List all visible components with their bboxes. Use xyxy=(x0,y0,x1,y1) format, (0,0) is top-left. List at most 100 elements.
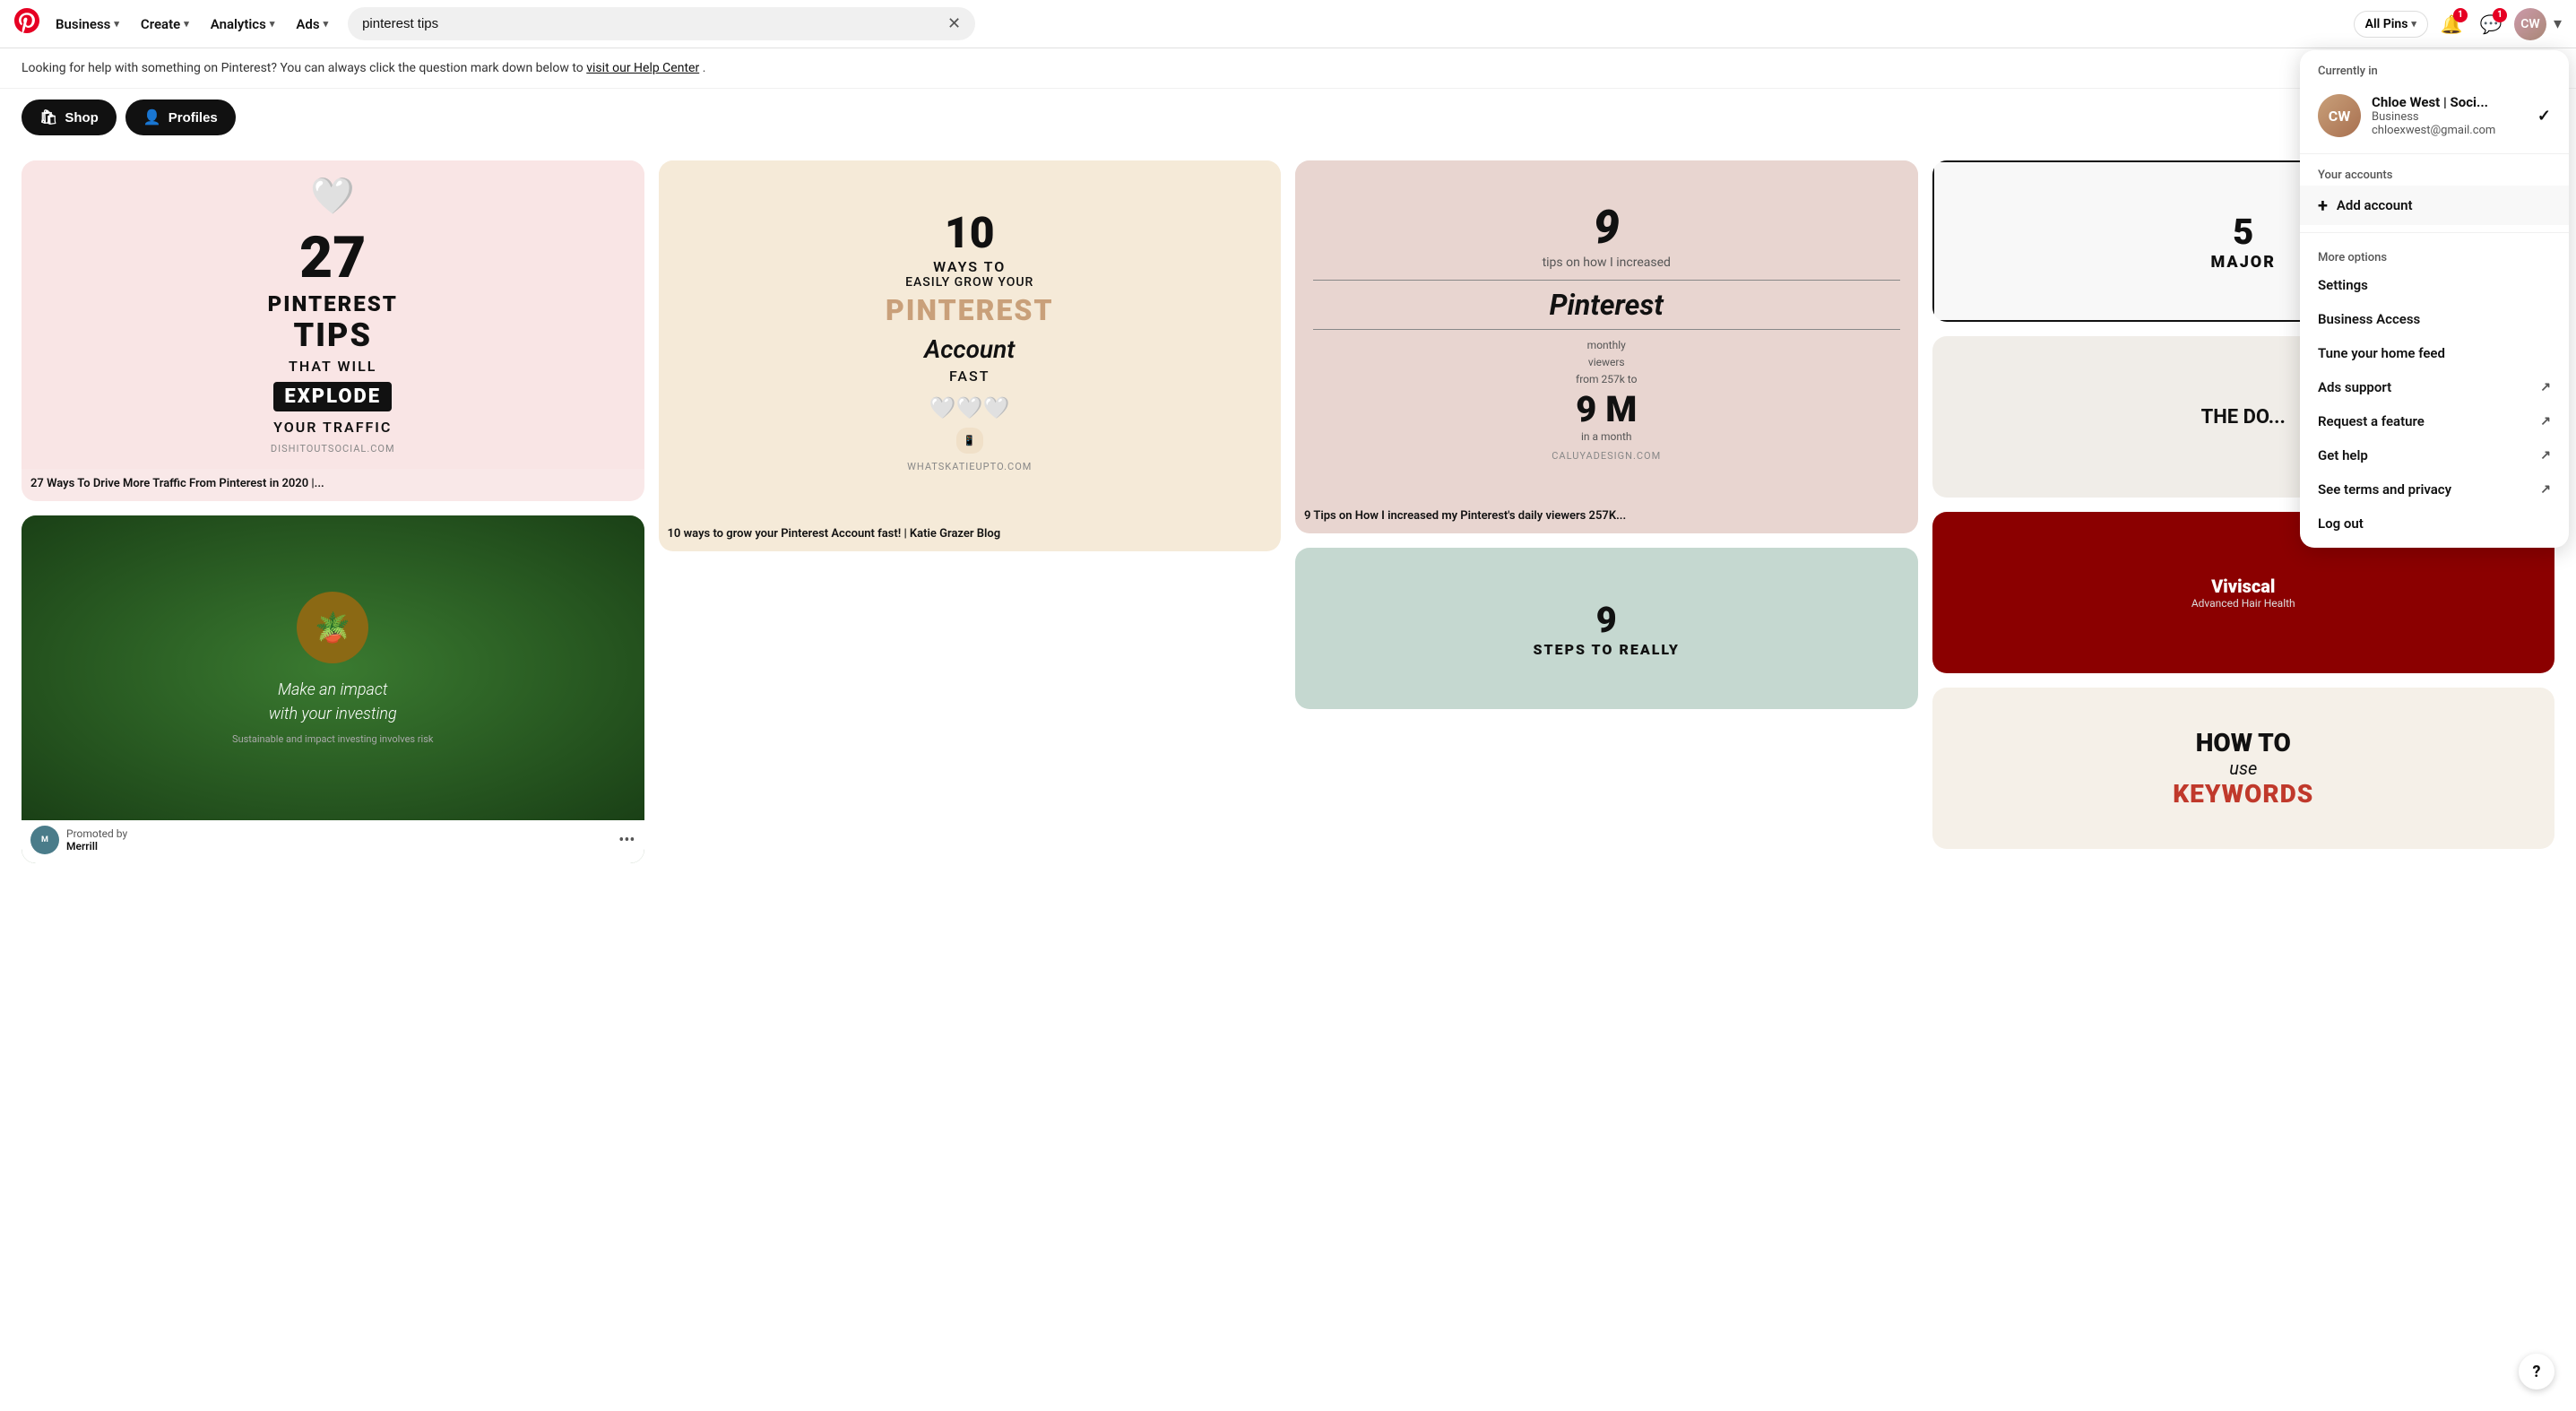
pin-pinterest: PINTEREST xyxy=(886,293,1054,327)
external-link-icon: ↗ xyxy=(2540,448,2551,463)
shop-icon: 🛍 xyxy=(39,108,57,126)
pin-caption: 27 Ways To Drive More Traffic From Pinte… xyxy=(22,469,644,501)
pin-caption: 9 Tips on How I increased my Pinterest's… xyxy=(1295,501,1918,533)
add-account-button[interactable]: + Add account xyxy=(2300,186,2569,225)
shop-filter-button[interactable]: 🛍 Shop xyxy=(22,100,117,135)
pin-title: PINTEREST xyxy=(268,291,398,316)
pin-advanced: Advanced Hair Health xyxy=(2191,597,2295,610)
pin-card[interactable]: 10 WAYS TO EASILY GROW YOUR PINTEREST Ac… xyxy=(659,160,1282,551)
promoted-info: M Promoted by Merrill xyxy=(30,826,127,854)
terms-privacy-menu-item[interactable]: See terms and privacy ↗ xyxy=(2300,472,2569,506)
account-info: Chloe West | Soci... Business chloexwest… xyxy=(2372,94,2527,137)
heart-icon: 🤍 xyxy=(310,175,355,217)
current-account-avatar: CW xyxy=(2318,94,2361,137)
more-options-label: More options xyxy=(2300,240,2569,268)
nav-ads-label: Ads xyxy=(296,16,319,32)
tune-feed-label: Tune your home feed xyxy=(2318,345,2445,361)
pin-do: THE DO... xyxy=(2201,406,2286,428)
pin-card[interactable]: 9 STEPS TO REALLY xyxy=(1295,548,1918,709)
divider xyxy=(1313,280,1900,281)
help-text-end: . xyxy=(703,61,706,75)
all-pins-filter[interactable]: All Pins ▾ xyxy=(2354,11,2428,38)
settings-label: Settings xyxy=(2318,277,2368,293)
ads-support-menu-item[interactable]: Ads support ↗ xyxy=(2300,370,2569,404)
tune-feed-menu-item[interactable]: Tune your home feed xyxy=(2300,336,2569,370)
pin-keywords: KEYWORDS xyxy=(2173,779,2313,809)
nav-ads-chevron: ▾ xyxy=(324,18,329,30)
nav-ads[interactable]: Ads ▾ xyxy=(287,11,337,38)
pin-card[interactable]: 🪴 Make an impactwith your investing Sust… xyxy=(22,515,644,863)
pin-use: use xyxy=(2229,757,2257,779)
pin-card[interactable]: 🤍 27 PINTEREST TIPS THAT WILL EXPLODE YO… xyxy=(22,160,644,501)
request-feature-menu-item[interactable]: Request a feature ↗ xyxy=(2300,404,2569,438)
pin-card[interactable]: 9 tips on how I increased Pinterest mont… xyxy=(1295,160,1918,533)
pin-fast: FAST xyxy=(949,368,990,385)
pin-caption: 10 ways to grow your Pinterest Account f… xyxy=(659,519,1282,551)
pin-domain: caluyadesign.com xyxy=(1552,450,1661,462)
pin-card[interactable]: HOW TO use KEYWORDS xyxy=(1932,688,2555,849)
add-icon: + xyxy=(2318,195,2328,216)
pin-number: 27 xyxy=(299,224,366,291)
hearts-decoration: 🤍🤍🤍 xyxy=(929,395,1010,420)
pin-easily: EASILY GROW YOUR xyxy=(905,275,1033,290)
user-avatar[interactable]: CW xyxy=(2514,8,2546,40)
search-input[interactable] xyxy=(362,16,940,31)
shop-label: Shop xyxy=(65,110,99,126)
messages-button[interactable]: 💬 1 xyxy=(2475,8,2507,40)
header: Business ▾ Create ▾ Analytics ▾ Ads ▾ ✕ … xyxy=(0,0,2576,48)
pinterest-logo[interactable] xyxy=(14,8,39,39)
external-link-icon: ↗ xyxy=(2540,482,2551,497)
nav-analytics-label: Analytics xyxy=(211,16,266,32)
pin-phone-mockup: 📱 xyxy=(956,428,983,454)
logout-label: Log out xyxy=(2318,515,2364,532)
help-button[interactable]: ? xyxy=(2519,1354,2554,1389)
external-link-icon: ↗ xyxy=(2540,380,2551,394)
divider2 xyxy=(2300,232,2569,233)
pin-ways: WAYS TO xyxy=(933,258,1006,275)
nav-business[interactable]: Business ▾ xyxy=(47,11,128,38)
pin-text: tips on how I increased xyxy=(1543,255,1671,273)
terms-privacy-label: See terms and privacy xyxy=(2318,481,2451,498)
pin-sub2: YOUR TRAFFIC xyxy=(273,419,392,436)
more-options-button[interactable]: ••• xyxy=(618,831,635,850)
profiles-filter-button[interactable]: 👤 Profiles xyxy=(125,100,236,135)
nav-create[interactable]: Create ▾ xyxy=(132,11,198,38)
business-access-menu-item[interactable]: Business Access xyxy=(2300,302,2569,336)
current-account-row: CW Chloe West | Soci... Business chloexw… xyxy=(2300,85,2569,146)
currently-in-label: Currently in xyxy=(2300,50,2569,85)
add-account-label: Add account xyxy=(2337,197,2413,213)
pin-steps: STEPS TO REALLY xyxy=(1534,641,1680,658)
account-email: chloexwest@gmail.com xyxy=(2372,124,2527,137)
pin-domain: DISHITOUTSOCIAL.COM xyxy=(271,443,395,454)
nav-analytics[interactable]: Analytics ▾ xyxy=(202,11,284,38)
external-link-icon: ↗ xyxy=(2540,414,2551,428)
dropdown-menu: Currently in CW Chloe West | Soci... Bus… xyxy=(2300,50,2569,548)
promoted-text-block: Promoted by Merrill xyxy=(66,827,127,853)
pin-number: 9 xyxy=(1596,599,1617,641)
expand-icon[interactable]: ▾ xyxy=(2554,14,2562,33)
nav-analytics-chevron: ▾ xyxy=(270,18,275,30)
pin-title2: TIPS xyxy=(293,316,372,354)
logout-menu-item[interactable]: Log out xyxy=(2300,506,2569,541)
pin-number: 5 xyxy=(2233,211,2253,253)
pin-pinterest2: Pinterest xyxy=(1550,288,1664,322)
promoted-name: Merrill xyxy=(66,840,127,853)
all-pins-label: All Pins xyxy=(2365,17,2408,31)
notifications-button[interactable]: 🔔 1 xyxy=(2435,8,2468,40)
header-right: All Pins ▾ 🔔 1 💬 1 CW ▾ xyxy=(2354,8,2562,40)
promoted-by: Promoted by xyxy=(66,827,127,840)
divider xyxy=(2300,153,2569,154)
request-feature-label: Request a feature xyxy=(2318,413,2425,429)
help-text: Looking for help with something on Pinte… xyxy=(22,61,583,75)
account-type: Business xyxy=(2372,110,2527,124)
search-clear-button[interactable]: ✕ xyxy=(947,14,961,33)
settings-menu-item[interactable]: Settings xyxy=(2300,268,2569,302)
pin-viviscal: Viviscal xyxy=(2211,576,2275,597)
filter-bar: 🛍 Shop 👤 Profiles xyxy=(0,89,2576,146)
profiles-icon: 👤 xyxy=(143,108,161,126)
get-help-menu-item[interactable]: Get help ↗ xyxy=(2300,438,2569,472)
divider2 xyxy=(1313,329,1900,330)
nav-create-label: Create xyxy=(141,16,180,32)
help-center-link[interactable]: visit our Help Center xyxy=(586,61,699,75)
pin-9m: 9 M xyxy=(1576,388,1637,430)
